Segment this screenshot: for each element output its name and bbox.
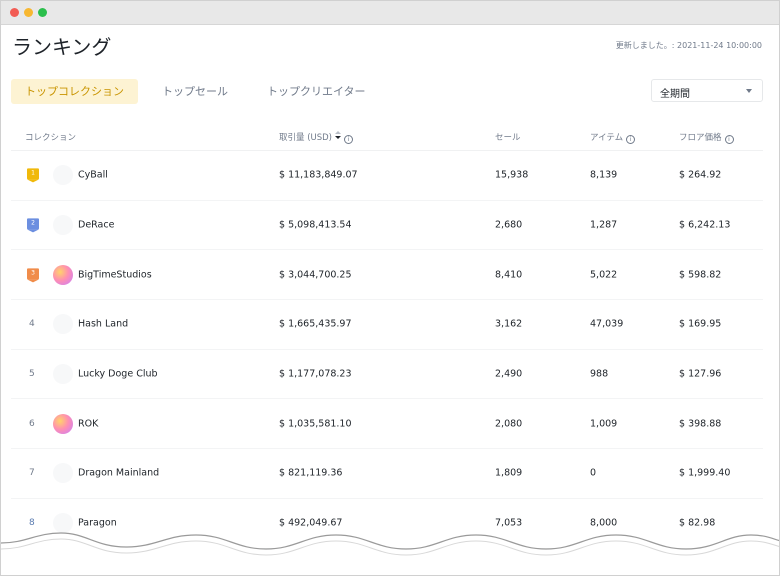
floor-price-value: $ 169.95 (679, 318, 722, 330)
window-titlebar (1, 1, 779, 25)
info-icon[interactable]: i (724, 135, 734, 144)
column-header-items-label: アイテム (590, 133, 624, 143)
column-header-collection: コレクション (25, 133, 77, 143)
items-value: 8,000 (590, 517, 618, 529)
period-select-value: 全期間 (660, 89, 690, 100)
volume-value: $ 11,183,849.07 (279, 169, 358, 181)
items-value: 0 (590, 467, 597, 479)
items-value: 1,009 (590, 418, 618, 430)
column-header-items: アイテム i (590, 131, 636, 144)
collection-avatar (53, 215, 73, 236)
sales-value: 3,162 (495, 318, 523, 330)
floor-price-value: $ 398.88 (679, 418, 722, 430)
collection-avatar (53, 463, 73, 484)
volume-value: $ 3,044,700.25 (279, 269, 352, 281)
table-header: コレクション 取引量 (USD) i セール アイテム i フロア価格 i (11, 123, 763, 151)
last-updated-text: 更新しました。: 2021-11-24 10:00:00 (615, 41, 762, 50)
floor-price-value: $ 264.92 (679, 169, 722, 181)
collection-ranking-table: コレクション 取引量 (USD) i セール アイテム i フロア価格 i 1 CyB… (11, 123, 763, 549)
tab-top-creators[interactable]: トップクリエイター (267, 79, 366, 104)
minimize-window-icon[interactable] (24, 8, 33, 17)
items-value: 1,287 (590, 219, 618, 231)
collection-name[interactable]: DeRace (78, 220, 114, 231)
items-value: 988 (590, 368, 609, 380)
volume-value: $ 1,177,078.23 (279, 368, 352, 380)
collection-avatar (53, 413, 73, 434)
collection-name[interactable]: CyBall (78, 170, 108, 181)
info-icon[interactable]: i (344, 135, 353, 144)
collection-name[interactable]: ROK (78, 418, 98, 429)
sort-descending-icon[interactable] (335, 131, 341, 140)
volume-value: $ 1,035,581.10 (279, 418, 352, 430)
collection-avatar (53, 165, 73, 186)
period-select[interactable]: 全期間 (651, 79, 763, 102)
floor-price-value: $ 1,999.40 (679, 467, 731, 479)
table-row[interactable]: 6 ROK $ 1,035,581.10 2,080 1,009 $ 398.8… (11, 399, 763, 450)
volume-value: $ 821,119.36 (279, 467, 343, 479)
rank-number: 8 (29, 518, 35, 529)
maximize-window-icon[interactable] (38, 8, 47, 17)
column-header-sales: セール (495, 133, 521, 143)
browser-window: ランキング 更新しました。: 2021-11-24 10:00:00 トップコレ… (0, 0, 780, 576)
sales-value: 7,053 (495, 517, 523, 529)
collection-name[interactable]: BigTimeStudios (78, 269, 152, 280)
table-row[interactable]: 4 Hash Land $ 1,665,435.97 3,162 47,039 … (11, 300, 763, 350)
floor-price-value: $ 598.82 (679, 269, 722, 281)
torn-edge-decoration (1, 532, 779, 575)
rank-number: 5 (29, 369, 35, 380)
collection-name[interactable]: Paragon (78, 518, 117, 529)
sales-value: 1,809 (495, 467, 523, 479)
column-header-volume-label: 取引量 (USD) (279, 133, 332, 143)
column-header-floor-label: フロア価格 (679, 133, 722, 143)
table-row[interactable]: 3 BigTimeStudios $ 3,044,700.25 8,410 5,… (11, 250, 763, 301)
info-icon[interactable]: i (626, 135, 636, 144)
sales-value: 2,490 (495, 368, 523, 380)
collection-avatar (53, 314, 73, 335)
volume-value: $ 492,049.67 (279, 517, 343, 529)
collection-avatar (53, 364, 73, 385)
collection-name[interactable]: Lucky Doge Club (78, 369, 158, 380)
items-value: 47,039 (590, 318, 624, 330)
gold-medal-icon: 1 (27, 168, 39, 183)
sales-value: 2,080 (495, 418, 523, 430)
volume-value: $ 1,665,435.97 (279, 318, 352, 330)
sales-value: 15,938 (495, 169, 529, 181)
tab-top-sales[interactable]: トップセール (162, 79, 228, 104)
column-header-floor: フロア価格 i (679, 131, 734, 144)
items-value: 5,022 (590, 269, 618, 281)
rank-number: 4 (29, 319, 35, 330)
collection-name[interactable]: Dragon Mainland (78, 468, 159, 479)
floor-price-value: $ 127.96 (679, 368, 722, 380)
collection-name[interactable]: Hash Land (78, 319, 128, 330)
close-window-icon[interactable] (10, 8, 19, 17)
sales-value: 2,680 (495, 219, 523, 231)
sales-value: 8,410 (495, 269, 523, 281)
volume-value: $ 5,098,413.54 (279, 219, 352, 231)
table-row[interactable]: 1 CyBall $ 11,183,849.07 15,938 8,139 $ … (11, 151, 763, 201)
floor-price-value: $ 6,242.13 (679, 219, 731, 231)
rank-number: 6 (29, 418, 35, 429)
items-value: 8,139 (590, 169, 618, 181)
chevron-down-icon (746, 89, 752, 93)
silver-medal-icon: 2 (27, 218, 39, 233)
rank-number: 7 (29, 468, 35, 479)
collection-avatar (53, 264, 73, 285)
table-row[interactable]: 5 Lucky Doge Club $ 1,177,078.23 2,490 9… (11, 350, 763, 400)
page-title: ランキング (12, 35, 112, 59)
tab-top-collections[interactable]: トップコレクション (11, 79, 138, 104)
table-row[interactable]: 2 DeRace $ 5,098,413.54 2,680 1,287 $ 6,… (11, 201, 763, 251)
bronze-medal-icon: 3 (27, 268, 39, 283)
table-row[interactable]: 7 Dragon Mainland $ 821,119.36 1,809 0 $… (11, 449, 763, 499)
floor-price-value: $ 82.98 (679, 517, 716, 529)
column-header-volume[interactable]: 取引量 (USD) i (279, 131, 353, 144)
